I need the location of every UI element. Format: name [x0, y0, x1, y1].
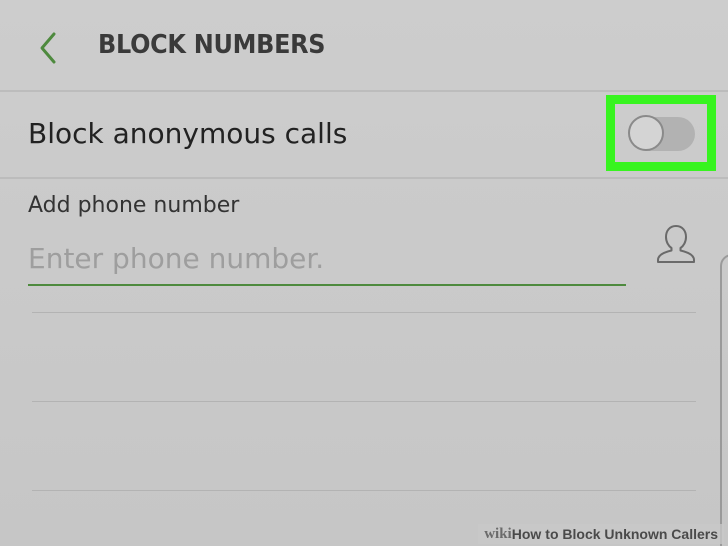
watermark-brand: wiki	[484, 525, 512, 542]
list-divider	[32, 312, 696, 313]
phone-input-underline	[28, 284, 626, 286]
page-title: BLOCK NUMBERS	[98, 30, 326, 60]
phone-screen: BLOCK NUMBERS Block anonymous calls Add …	[0, 0, 728, 546]
device-edge	[720, 254, 728, 546]
app-header: BLOCK NUMBERS	[0, 0, 728, 90]
add-phone-label: Add phone number	[28, 193, 240, 218]
section-divider	[0, 177, 728, 179]
list-divider	[32, 401, 696, 402]
toggle-knob[interactable]	[628, 115, 664, 151]
chevron-left-icon	[40, 32, 56, 64]
block-anonymous-label: Block anonymous calls	[28, 117, 348, 150]
wikihow-watermark: wiki How to Block Unknown Callers	[478, 524, 724, 544]
phone-number-input[interactable]	[28, 234, 626, 282]
contact-picker-button[interactable]	[654, 222, 698, 266]
contact-person-icon	[657, 225, 695, 263]
back-button[interactable]	[30, 28, 66, 68]
list-divider	[32, 490, 696, 491]
watermark-how: How	[511, 526, 542, 542]
watermark-title: to Block Unknown Callers	[545, 526, 718, 542]
